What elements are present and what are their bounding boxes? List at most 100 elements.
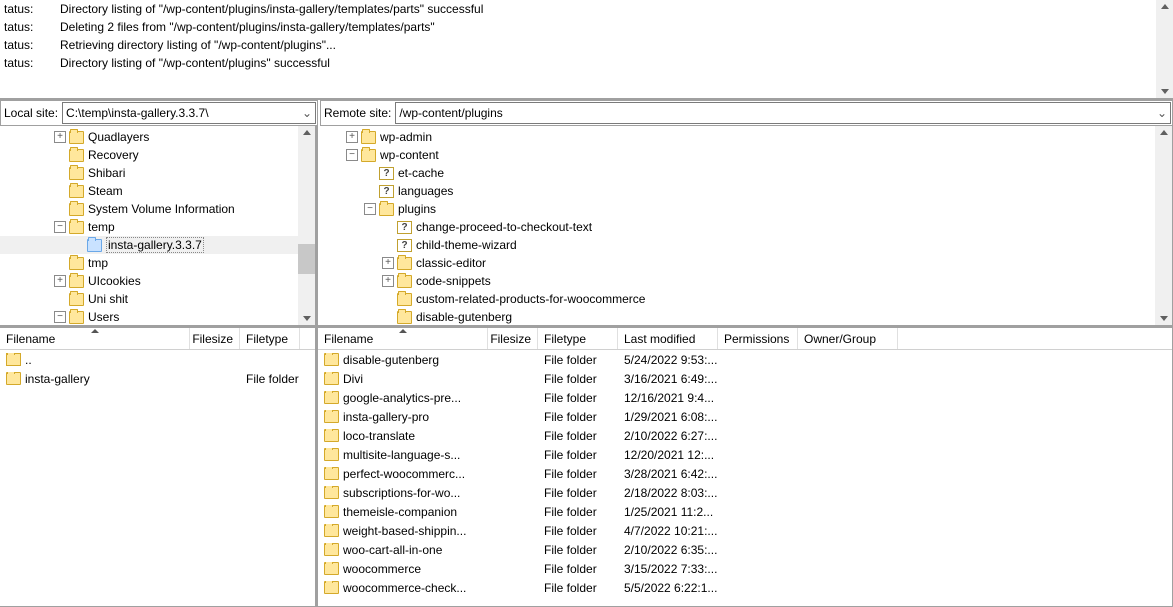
tree-item[interactable]: −Users (0, 308, 315, 326)
folder-icon (361, 131, 376, 144)
cell-lastmod: 3/15/2022 7:33:... (618, 562, 718, 576)
scroll-up-icon[interactable] (1160, 130, 1168, 135)
cell-lastmod: 1/29/2021 6:08:... (618, 410, 718, 424)
tree-item[interactable]: System Volume Information (0, 200, 315, 218)
folder-icon (379, 203, 394, 216)
tree-item[interactable]: custom-related-products-for-woocommerce (318, 290, 1172, 308)
remote-site-label: Remote site: (321, 106, 394, 120)
tree-item[interactable]: tmp (0, 254, 315, 272)
tree-item-label: insta-gallery.3.3.7 (106, 237, 204, 253)
tree-item[interactable]: ?languages (318, 182, 1172, 200)
cell-filetype: File folder (538, 353, 618, 367)
col-lastmod[interactable]: Last modified (618, 328, 718, 349)
col-owner[interactable]: Owner/Group (798, 328, 898, 349)
expand-icon[interactable]: + (346, 131, 358, 143)
remote-list-pane: Filename Filesize Filetype Last modified… (318, 326, 1173, 607)
cell-filetype: File folder (538, 562, 618, 576)
tree-item[interactable]: +code-snippets (318, 272, 1172, 290)
cell-filetype: File folder (538, 543, 618, 557)
remote-tree-scrollbar[interactable] (1155, 126, 1172, 325)
scroll-thumb[interactable] (298, 244, 315, 274)
collapse-icon[interactable]: − (54, 221, 66, 233)
chevron-down-icon[interactable]: ⌄ (1154, 106, 1170, 120)
col-filename[interactable]: Filename (318, 328, 488, 349)
chevron-down-icon[interactable]: ⌄ (299, 106, 315, 120)
tree-item[interactable]: ?et-cache (318, 164, 1172, 182)
list-item[interactable]: google-analytics-pre...File folder12/16/… (318, 388, 1172, 407)
remote-tree-pane: +wp-admin−wp-content?et-cache?languages−… (318, 126, 1173, 326)
tree-item[interactable]: +UIcookies (0, 272, 315, 290)
local-path-combo[interactable]: ⌄ (62, 102, 316, 124)
col-filesize[interactable]: Filesize (488, 328, 538, 349)
cell-filename: insta-gallery (0, 372, 190, 386)
filename-text: .. (25, 353, 32, 367)
col-filetype[interactable]: Filetype (240, 328, 300, 349)
tree-item[interactable]: +Quadlayers (0, 128, 315, 146)
scroll-up-icon[interactable] (303, 130, 311, 135)
tree-item-label: custom-related-products-for-woocommerce (416, 292, 645, 306)
folder-icon (324, 543, 339, 556)
tree-item[interactable]: +classic-editor (318, 254, 1172, 272)
expand-icon[interactable]: + (382, 275, 394, 287)
list-item[interactable]: woo-cart-all-in-oneFile folder2/10/2022 … (318, 540, 1172, 559)
tree-item[interactable]: −temp (0, 218, 315, 236)
scroll-down-icon[interactable] (1161, 89, 1169, 94)
list-item[interactable]: woocommerce-check...File folder5/5/2022 … (318, 578, 1172, 597)
expand-icon[interactable]: + (54, 131, 66, 143)
folder-icon (324, 410, 339, 423)
tree-item[interactable]: ?child-theme-wizard (318, 236, 1172, 254)
collapse-icon[interactable]: − (364, 203, 376, 215)
tree-item[interactable]: Shibari (0, 164, 315, 182)
expand-icon[interactable]: + (54, 275, 66, 287)
remote-path-combo[interactable]: ⌄ (395, 102, 1171, 124)
status-scrollbar[interactable] (1156, 0, 1173, 98)
tree-item[interactable]: Recovery (0, 146, 315, 164)
tree-spacer (382, 293, 394, 305)
tree-item[interactable]: ?change-proceed-to-checkout-text (318, 218, 1172, 236)
cell-filename: woocommerce (318, 562, 488, 576)
list-item[interactable]: themeisle-companionFile folder1/25/2021 … (318, 502, 1172, 521)
col-filename[interactable]: Filename (0, 328, 190, 349)
list-item[interactable]: loco-translateFile folder2/10/2022 6:27:… (318, 426, 1172, 445)
list-item[interactable]: insta-gallery-proFile folder1/29/2021 6:… (318, 407, 1172, 426)
cell-filename: woo-cart-all-in-one (318, 543, 488, 557)
folder-icon (324, 524, 339, 537)
col-perms[interactable]: Permissions (718, 328, 798, 349)
list-item[interactable]: weight-based-shippin...File folder4/7/20… (318, 521, 1172, 540)
local-tree-scrollbar[interactable] (298, 126, 315, 325)
tree-item[interactable]: Uni shit (0, 290, 315, 308)
list-item[interactable]: perfect-woocommerc...File folder3/28/202… (318, 464, 1172, 483)
col-filesize[interactable]: Filesize (190, 328, 240, 349)
tree-item[interactable]: −wp-content (318, 146, 1172, 164)
expand-icon[interactable]: + (382, 257, 394, 269)
collapse-icon[interactable]: − (54, 311, 66, 323)
scroll-down-icon[interactable] (1160, 316, 1168, 321)
local-path-input[interactable] (63, 106, 299, 120)
scroll-up-icon[interactable] (1161, 4, 1169, 9)
cell-lastmod: 12/20/2021 12:... (618, 448, 718, 462)
remote-path-input[interactable] (396, 106, 1154, 120)
list-item[interactable]: subscriptions-for-wo...File folder2/18/2… (318, 483, 1172, 502)
folder-icon (69, 203, 84, 216)
tree-item-label: change-proceed-to-checkout-text (416, 220, 592, 234)
list-item[interactable]: insta-galleryFile folder (0, 369, 315, 388)
list-item[interactable]: multisite-language-s...File folder12/20/… (318, 445, 1172, 464)
tree-item[interactable]: Steam (0, 182, 315, 200)
tree-item[interactable]: insta-gallery.3.3.7 (0, 236, 315, 254)
folder-icon (69, 221, 84, 234)
parent-dir-row[interactable]: .. (0, 350, 315, 369)
tree-item[interactable]: −plugins (318, 200, 1172, 218)
folder-icon (69, 149, 84, 162)
local-list-header: Filename Filesize Filetype (0, 328, 315, 350)
list-item[interactable]: woocommerce File folder3/15/2022 7:33:... (318, 559, 1172, 578)
tree-spacer (364, 185, 376, 197)
local-list-pane: Filename Filesize Filetype .. insta-galle… (0, 326, 316, 607)
col-filename-label: Filename (324, 332, 373, 346)
scroll-down-icon[interactable] (303, 316, 311, 321)
collapse-icon[interactable]: − (346, 149, 358, 161)
tree-item[interactable]: +wp-admin (318, 128, 1172, 146)
tree-item[interactable]: disable-gutenberg (318, 308, 1172, 326)
list-item[interactable]: DiviFile folder3/16/2021 6:49:... (318, 369, 1172, 388)
list-item[interactable]: disable-gutenbergFile folder5/24/2022 9:… (318, 350, 1172, 369)
col-filetype[interactable]: Filetype (538, 328, 618, 349)
